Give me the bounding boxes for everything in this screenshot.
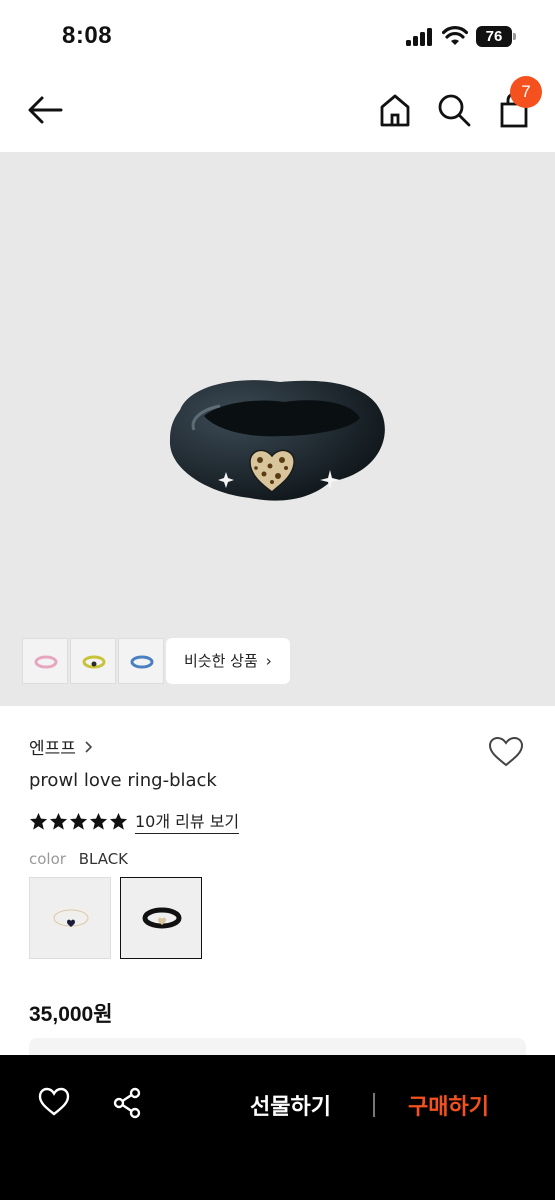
similar-thumb-pink[interactable]: [22, 638, 68, 684]
gift-button[interactable]: 선물하기: [250, 1089, 331, 1121]
star-rating: [29, 812, 129, 831]
chevron-right-icon: [85, 740, 93, 753]
color-label: color: [29, 850, 66, 868]
similar-products-button[interactable]: 비슷한 상품 ›: [166, 638, 290, 684]
cart-count-badge: 7: [510, 76, 542, 108]
wishlist-heart-icon[interactable]: [38, 1087, 70, 1117]
product-name: prowl love ring-black: [29, 770, 217, 791]
chevron-right-icon: ›: [265, 652, 272, 670]
variant-option-white[interactable]: [29, 877, 111, 959]
brand-name: 엔프프: [29, 739, 76, 759]
thumbnail-strip: 비슷한 상품 ›: [22, 638, 290, 684]
nav-bar: 7: [0, 72, 555, 152]
star-icon: [109, 812, 128, 830]
search-icon[interactable]: [436, 92, 472, 128]
color-value: BLACK: [78, 850, 129, 868]
similar-thumb-yellow[interactable]: [70, 638, 116, 684]
home-icon[interactable]: [378, 92, 412, 128]
color-option-row: color BLACK: [29, 850, 128, 868]
brand-link[interactable]: 엔프프: [29, 734, 94, 759]
price: 35,000원: [29, 1003, 113, 1026]
signal-icon: [406, 28, 434, 46]
review-link[interactable]: 10개 리뷰 보기: [135, 808, 240, 834]
product-image-gallery[interactable]: 비슷한 상품 ›: [0, 152, 555, 706]
back-arrow-icon[interactable]: [26, 94, 64, 126]
divider: [373, 1093, 375, 1117]
ring-thumbnail-black: [142, 907, 182, 929]
similar-products-label: 비슷한 상품: [184, 652, 258, 670]
rating-row: 10개 리뷰 보기: [29, 808, 240, 834]
star-icon: [69, 812, 88, 830]
status-bar: 8:08 76: [0, 0, 555, 72]
variant-option-black[interactable]: [120, 877, 202, 959]
star-icon: [89, 812, 108, 830]
similar-thumb-blue[interactable]: [118, 638, 164, 684]
product-image-ring: [169, 380, 385, 501]
battery-icon: 76: [476, 26, 516, 47]
wishlist-heart-icon[interactable]: [488, 736, 524, 768]
battery-level: 76: [476, 26, 512, 47]
buy-button[interactable]: 구매하기: [408, 1089, 489, 1121]
wifi-icon: [442, 26, 468, 45]
star-icon: [49, 812, 68, 830]
bottom-action-bar: 선물하기 구매하기: [0, 1055, 555, 1200]
share-icon[interactable]: [112, 1087, 142, 1119]
status-time: 8:08: [62, 22, 113, 49]
ring-thumbnail-white: [51, 907, 91, 929]
star-icon: [29, 812, 48, 830]
